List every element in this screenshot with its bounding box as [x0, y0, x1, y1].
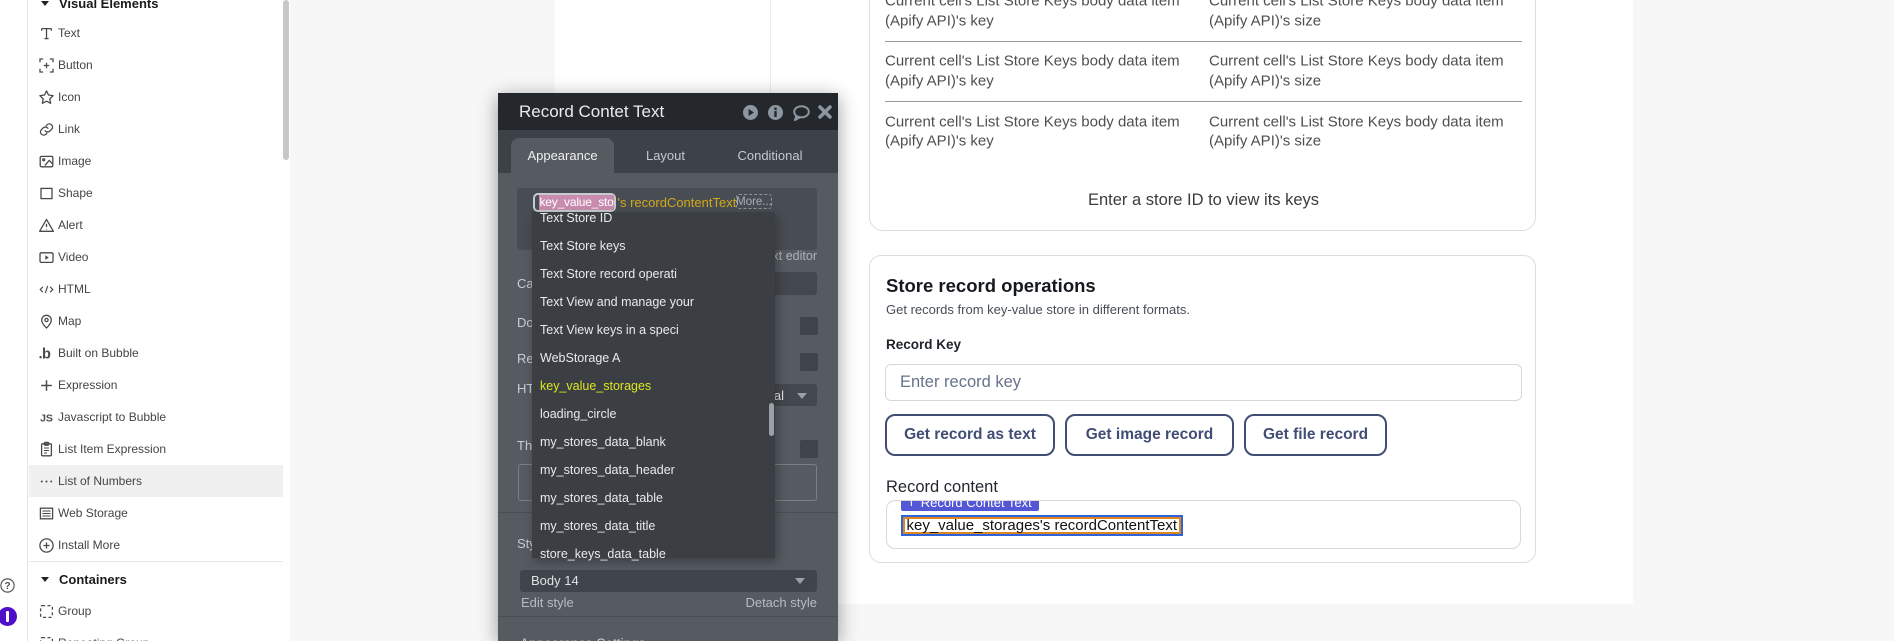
svg-text:?: ? — [4, 581, 10, 592]
svg-text:JS: JS — [40, 412, 53, 424]
svg-text:b: b — [42, 346, 51, 362]
